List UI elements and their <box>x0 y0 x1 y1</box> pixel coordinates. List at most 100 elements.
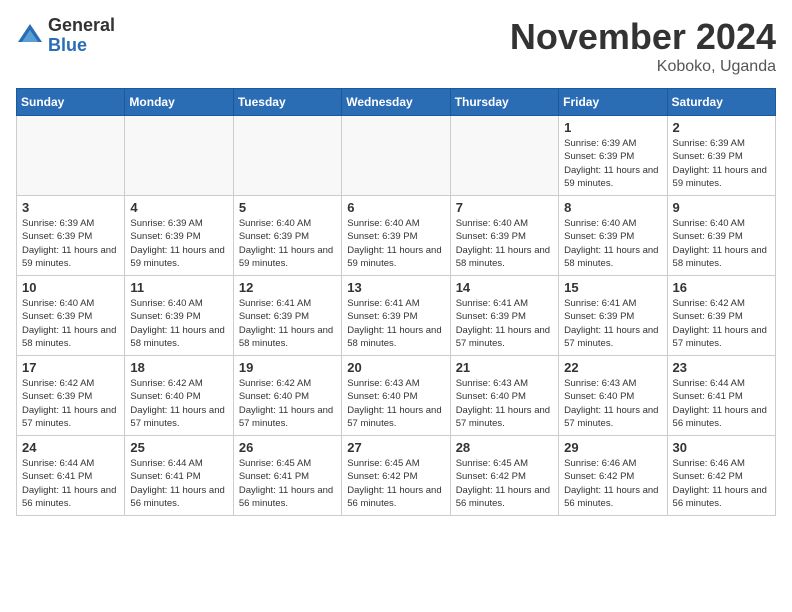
calendar-cell: 4Sunrise: 6:39 AM Sunset: 6:39 PM Daylig… <box>125 196 233 276</box>
day-number: 26 <box>239 440 336 455</box>
day-info: Sunrise: 6:42 AM Sunset: 6:40 PM Dayligh… <box>239 377 336 430</box>
day-number: 19 <box>239 360 336 375</box>
calendar-cell: 20 Sunrise: 6:43 AM Sunset: 6:40 PM Dayli… <box>342 356 450 436</box>
calendar-header: SundayMondayTuesdayWednesdayThursdayFrid… <box>17 89 776 116</box>
calendar-cell <box>17 116 125 196</box>
calendar-cell: 18 Sunrise: 6:42 AM Sunset: 6:40 PM Dayli… <box>125 356 233 436</box>
month-title: November 2024 <box>510 16 776 58</box>
calendar-cell: 25 Sunrise: 6:44 AM Sunset: 6:41 PM Dayli… <box>125 436 233 516</box>
day-number: 16 <box>673 280 770 295</box>
day-info: Sunrise: 6:40 AM Sunset: 6:39 PM Dayligh… <box>239 217 336 270</box>
logo-text: General Blue <box>48 16 115 56</box>
calendar-table: SundayMondayTuesdayWednesdayThursdayFrid… <box>16 88 776 516</box>
calendar-week-1: 1 Sunrise: 6:39 AM Sunset: 6:39 PM Daylig… <box>17 116 776 196</box>
day-info: Sunrise: 6:40 AM Sunset: 6:39 PM Dayligh… <box>673 217 770 270</box>
calendar-cell <box>233 116 341 196</box>
logo-blue: Blue <box>48 36 115 56</box>
day-info: Sunrise: 6:39 AM Sunset: 6:39 PM Dayligh… <box>22 217 119 270</box>
day-number: 25 <box>130 440 227 455</box>
day-info: Sunrise: 6:41 AM Sunset: 6:39 PM Dayligh… <box>347 297 444 350</box>
day-number: 15 <box>564 280 661 295</box>
day-number: 1 <box>564 120 661 135</box>
calendar-cell <box>342 116 450 196</box>
day-info: Sunrise: 6:45 AM Sunset: 6:42 PM Dayligh… <box>456 457 553 510</box>
day-info: Sunrise: 6:45 AM Sunset: 6:42 PM Dayligh… <box>347 457 444 510</box>
day-number: 28 <box>456 440 553 455</box>
calendar-cell: 15 Sunrise: 6:41 AM Sunset: 6:39 PM Dayli… <box>559 276 667 356</box>
calendar-cell: 23 Sunrise: 6:44 AM Sunset: 6:41 PM Dayli… <box>667 356 775 436</box>
calendar-cell <box>450 116 558 196</box>
calendar-body: 1 Sunrise: 6:39 AM Sunset: 6:39 PM Daylig… <box>17 116 776 516</box>
day-number: 4 <box>130 200 227 215</box>
calendar-cell: 16Sunrise: 6:42 AM Sunset: 6:39 PM Dayli… <box>667 276 775 356</box>
calendar-cell: 17Sunrise: 6:42 AM Sunset: 6:39 PM Dayli… <box>17 356 125 436</box>
day-info: Sunrise: 6:40 AM Sunset: 6:39 PM Dayligh… <box>22 297 119 350</box>
calendar-cell: 8Sunrise: 6:40 AM Sunset: 6:39 PM Daylig… <box>559 196 667 276</box>
logo-general: General <box>48 16 115 36</box>
day-header-saturday: Saturday <box>667 89 775 116</box>
day-info: Sunrise: 6:45 AM Sunset: 6:41 PM Dayligh… <box>239 457 336 510</box>
calendar-cell <box>125 116 233 196</box>
day-info: Sunrise: 6:44 AM Sunset: 6:41 PM Dayligh… <box>130 457 227 510</box>
location: Koboko, Uganda <box>510 58 776 76</box>
day-info: Sunrise: 6:40 AM Sunset: 6:39 PM Dayligh… <box>130 297 227 350</box>
day-number: 18 <box>130 360 227 375</box>
calendar-cell: 27Sunrise: 6:45 AM Sunset: 6:42 PM Dayli… <box>342 436 450 516</box>
logo: General Blue <box>16 16 115 56</box>
day-info: Sunrise: 6:43 AM Sunset: 6:40 PM Dayligh… <box>347 377 444 430</box>
day-number: 29 <box>564 440 661 455</box>
calendar-cell: 29 Sunrise: 6:46 AM Sunset: 6:42 PM Dayli… <box>559 436 667 516</box>
day-number: 5 <box>239 200 336 215</box>
day-number: 8 <box>564 200 661 215</box>
calendar-cell: 19 Sunrise: 6:42 AM Sunset: 6:40 PM Dayli… <box>233 356 341 436</box>
day-header-tuesday: Tuesday <box>233 89 341 116</box>
calendar-week-4: 17Sunrise: 6:42 AM Sunset: 6:39 PM Dayli… <box>17 356 776 436</box>
day-header-wednesday: Wednesday <box>342 89 450 116</box>
calendar-cell: 6 Sunrise: 6:40 AM Sunset: 6:39 PM Daylig… <box>342 196 450 276</box>
calendar-cell: 7Sunrise: 6:40 AM Sunset: 6:39 PM Daylig… <box>450 196 558 276</box>
calendar-week-2: 3Sunrise: 6:39 AM Sunset: 6:39 PM Daylig… <box>17 196 776 276</box>
calendar-cell: 2Sunrise: 6:39 AM Sunset: 6:39 PM Daylig… <box>667 116 775 196</box>
day-number: 24 <box>22 440 119 455</box>
day-info: Sunrise: 6:41 AM Sunset: 6:39 PM Dayligh… <box>239 297 336 350</box>
day-info: Sunrise: 6:43 AM Sunset: 6:40 PM Dayligh… <box>564 377 661 430</box>
day-number: 9 <box>673 200 770 215</box>
calendar-cell: 21Sunrise: 6:43 AM Sunset: 6:40 PM Dayli… <box>450 356 558 436</box>
day-info: Sunrise: 6:40 AM Sunset: 6:39 PM Dayligh… <box>456 217 553 270</box>
day-number: 22 <box>564 360 661 375</box>
calendar-cell: 12Sunrise: 6:41 AM Sunset: 6:39 PM Dayli… <box>233 276 341 356</box>
logo-icon <box>16 22 44 50</box>
calendar-cell: 5 Sunrise: 6:40 AM Sunset: 6:39 PM Daylig… <box>233 196 341 276</box>
calendar-cell: 14 Sunrise: 6:41 AM Sunset: 6:39 PM Dayli… <box>450 276 558 356</box>
day-header-sunday: Sunday <box>17 89 125 116</box>
day-info: Sunrise: 6:41 AM Sunset: 6:39 PM Dayligh… <box>564 297 661 350</box>
day-number: 2 <box>673 120 770 135</box>
calendar-cell: 22 Sunrise: 6:43 AM Sunset: 6:40 PM Dayli… <box>559 356 667 436</box>
day-number: 14 <box>456 280 553 295</box>
day-info: Sunrise: 6:40 AM Sunset: 6:39 PM Dayligh… <box>347 217 444 270</box>
day-info: Sunrise: 6:39 AM Sunset: 6:39 PM Dayligh… <box>564 137 661 190</box>
day-info: Sunrise: 6:42 AM Sunset: 6:40 PM Dayligh… <box>130 377 227 430</box>
calendar-cell: 28 Sunrise: 6:45 AM Sunset: 6:42 PM Dayli… <box>450 436 558 516</box>
title-block: November 2024 Koboko, Uganda <box>510 16 776 76</box>
calendar-week-3: 10Sunrise: 6:40 AM Sunset: 6:39 PM Dayli… <box>17 276 776 356</box>
day-number: 11 <box>130 280 227 295</box>
day-info: Sunrise: 6:43 AM Sunset: 6:40 PM Dayligh… <box>456 377 553 430</box>
day-number: 30 <box>673 440 770 455</box>
calendar-cell: 11 Sunrise: 6:40 AM Sunset: 6:39 PM Dayli… <box>125 276 233 356</box>
calendar-cell: 24Sunrise: 6:44 AM Sunset: 6:41 PM Dayli… <box>17 436 125 516</box>
calendar-cell: 26 Sunrise: 6:45 AM Sunset: 6:41 PM Dayli… <box>233 436 341 516</box>
day-info: Sunrise: 6:44 AM Sunset: 6:41 PM Dayligh… <box>673 377 770 430</box>
day-header-thursday: Thursday <box>450 89 558 116</box>
calendar-cell: 30Sunrise: 6:46 AM Sunset: 6:42 PM Dayli… <box>667 436 775 516</box>
day-info: Sunrise: 6:41 AM Sunset: 6:39 PM Dayligh… <box>456 297 553 350</box>
calendar-week-5: 24 Sunrise: 6:44 AM Sunset: 6:41 PM Dayli… <box>17 436 776 516</box>
day-number: 23 <box>673 360 770 375</box>
day-info: Sunrise: 6:46 AM Sunset: 6:42 PM Dayligh… <box>564 457 661 510</box>
calendar-cell: 13Sunrise: 6:41 AM Sunset: 6:39 PM Dayli… <box>342 276 450 356</box>
calendar-cell: 1 Sunrise: 6:39 AM Sunset: 6:39 PM Daylig… <box>559 116 667 196</box>
calendar-cell: 3Sunrise: 6:39 AM Sunset: 6:39 PM Daylig… <box>17 196 125 276</box>
day-info: Sunrise: 6:42 AM Sunset: 6:39 PM Dayligh… <box>22 377 119 430</box>
day-number: 6 <box>347 200 444 215</box>
day-number: 20 <box>347 360 444 375</box>
